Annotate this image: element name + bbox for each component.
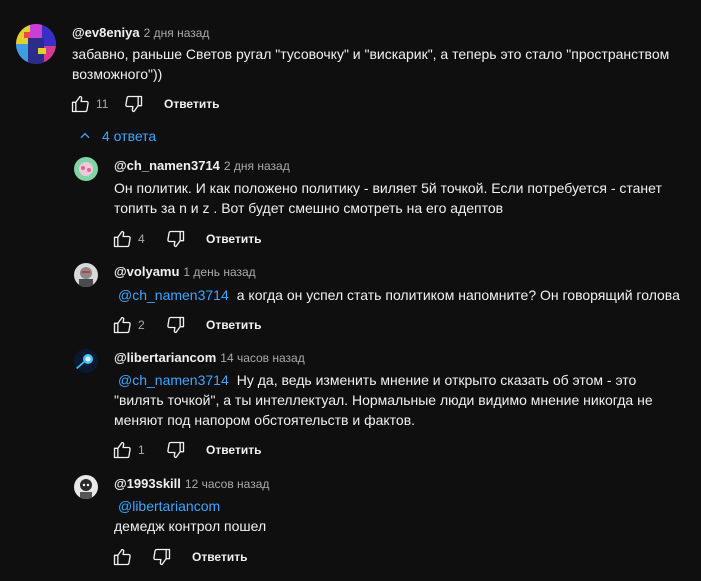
reply-actions: 2 Ответить: [110, 313, 261, 337]
like-count: 2: [138, 318, 145, 332]
reply-author[interactable]: @1993skill 12 часов назад: [114, 476, 269, 491]
mention-link[interactable]: @ch_namen3714: [118, 287, 229, 303]
author-name[interactable]: @libertariancom: [114, 350, 216, 365]
reply-button[interactable]: Ответить: [206, 318, 261, 332]
dislike-button[interactable]: [164, 438, 188, 462]
reply-body: Он политик. И как положено политику - ви…: [114, 180, 662, 216]
thumbs-up-icon: [71, 95, 89, 113]
author-name[interactable]: @ch_namen3714: [114, 158, 220, 173]
reply-actions: 4 Ответить: [110, 227, 261, 251]
reply-text: @ch_namen3714 а когда он успел стать поли…: [114, 285, 694, 305]
avatar[interactable]: [74, 157, 98, 181]
thumbs-down-icon: [167, 230, 185, 248]
avatar[interactable]: [74, 349, 98, 373]
reply-button[interactable]: Ответить: [164, 97, 219, 111]
reply-text: Он политик. И как положено политику - ви…: [114, 178, 684, 218]
reply-author[interactable]: @volyamu 1 день назад: [114, 264, 256, 279]
reply-author[interactable]: @ch_namen3714 2 дня назад: [114, 158, 290, 173]
author-name[interactable]: @ev8eniya: [72, 25, 140, 40]
comment-text: забавно, раньше Светов ругал "тусовочку"…: [72, 46, 670, 82]
reply-body: демедж контрол пошел: [114, 518, 267, 534]
reply-time[interactable]: 14 часов назад: [220, 351, 304, 365]
mention-link[interactable]: @libertariancom: [118, 496, 666, 516]
thumbs-up-icon: [113, 548, 131, 566]
avatar[interactable]: [16, 24, 56, 64]
like-count: 1: [138, 443, 145, 457]
comment-time[interactable]: 2 дня назад: [144, 26, 210, 40]
avatar[interactable]: [74, 475, 98, 499]
thumbs-up-icon: [113, 230, 131, 248]
chevron-up-icon: [80, 132, 90, 139]
comment-actions: 11 Ответить: [68, 92, 219, 116]
reply-button[interactable]: Ответить: [192, 550, 247, 564]
reply-body: а когда он успел стать политиком напомни…: [236, 287, 680, 303]
reply-time[interactable]: 12 часов назад: [185, 477, 269, 491]
thumbs-down-icon: [167, 316, 185, 334]
reply-button[interactable]: Ответить: [206, 232, 261, 246]
reply-button[interactable]: Ответить: [206, 443, 261, 457]
reply-time[interactable]: 2 дня назад: [224, 159, 290, 173]
like-button[interactable]: [110, 545, 134, 569]
mention-link[interactable]: @ch_namen3714: [118, 372, 229, 388]
like-button[interactable]: [110, 438, 134, 462]
reply-text: @ch_namen3714 Ну да, ведь изменить мнение…: [114, 370, 674, 430]
thumbs-down-icon: [153, 548, 171, 566]
reply-author[interactable]: @libertariancom 14 часов назад: [114, 350, 305, 365]
like-button[interactable]: [110, 227, 134, 251]
thumbs-down-icon: [125, 95, 143, 113]
reply-time[interactable]: 1 день назад: [183, 265, 255, 279]
thumbs-up-icon: [113, 441, 131, 459]
like-button[interactable]: [68, 92, 92, 116]
author-name[interactable]: @volyamu: [114, 264, 179, 279]
dislike-button[interactable]: [164, 313, 188, 337]
dislike-button[interactable]: [164, 227, 188, 251]
thumbs-down-icon: [167, 441, 185, 459]
reply-actions: 1 Ответить: [110, 438, 261, 462]
like-count: 4: [138, 232, 145, 246]
replies-count[interactable]: 4 ответа: [102, 128, 156, 144]
thumbs-up-icon: [113, 316, 131, 334]
author-name[interactable]: @1993skill: [114, 476, 181, 491]
like-button[interactable]: [110, 313, 134, 337]
reply-text: @libertariancom демедж контрол пошел: [114, 496, 674, 536]
comment-author[interactable]: @ev8eniya 2 дня назад: [72, 25, 209, 40]
dislike-button[interactable]: [122, 92, 146, 116]
replies-toggle[interactable]: 4 ответа: [78, 128, 156, 144]
reply-actions: Ответить: [110, 545, 247, 569]
dislike-button[interactable]: [150, 545, 174, 569]
like-count: 11: [96, 97, 109, 111]
avatar[interactable]: [74, 263, 98, 287]
